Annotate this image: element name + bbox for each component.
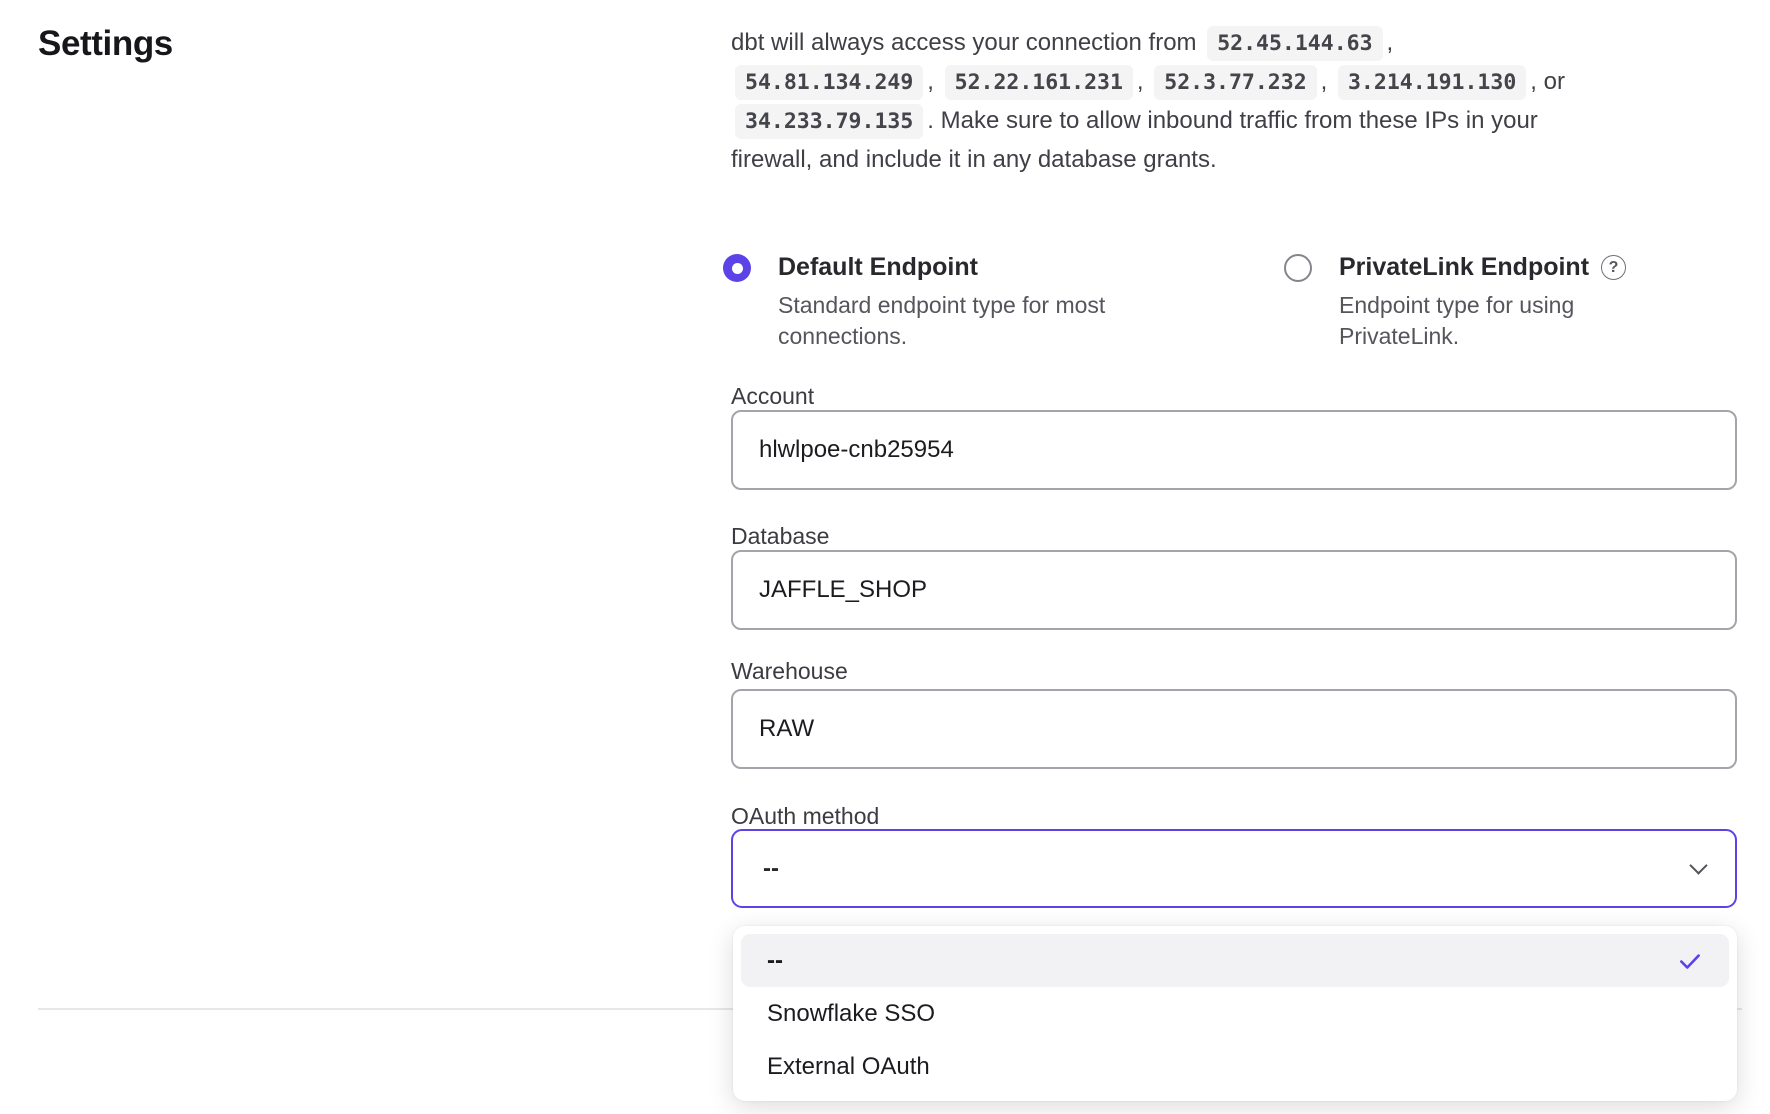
dropdown-option-label: -- [767,947,783,975]
radio-option-label: Default Endpoint [778,252,1130,283]
separator: , or [1530,68,1565,95]
chevron-down-icon [1689,856,1707,874]
account-input[interactable] [731,410,1737,490]
oauth-method-label: OAuth method [731,803,879,830]
radio-option-description: Endpoint type for using PrivateLink. [1339,290,1619,352]
dropdown-option-snowflake-sso[interactable]: Snowflake SSO [741,987,1729,1040]
radio-option-label: PrivateLink Endpoint ? [1339,252,1626,283]
ip-address-chip: 54.81.134.249 [735,65,923,100]
check-icon [1677,948,1703,974]
warehouse-field-label: Warehouse [731,658,848,685]
radio-unselected-icon[interactable] [1284,254,1312,282]
dropdown-option-label: Snowflake SSO [767,1000,935,1028]
database-input[interactable] [731,550,1737,630]
ip-address-chip: 52.22.161.231 [945,65,1133,100]
warehouse-input[interactable] [731,689,1737,769]
dropdown-option-external-oauth[interactable]: External OAuth [741,1040,1729,1093]
radio-option-label-text: Default Endpoint [778,252,978,283]
radio-option-texts: PrivateLink Endpoint ? Endpoint type for… [1339,252,1626,352]
notice-text: . Make sure to allow inbound traffic fro… [927,107,1538,134]
radio-option-default-endpoint[interactable]: Default Endpoint Standard endpoint type … [723,252,1130,352]
oauth-method-select[interactable]: -- [731,829,1737,908]
notice-text: firewall, and include it in any database… [731,146,1217,173]
dropdown-option-label: External OAuth [767,1053,930,1081]
notice-text: dbt will always access your connection f… [731,29,1197,56]
account-field-label: Account [731,383,814,410]
settings-page: { "page": { "title": "Settings" }, "colo… [0,0,1770,1114]
ip-address-chip: 52.3.77.232 [1154,65,1316,100]
ip-address-chip: 52.45.144.63 [1207,26,1382,61]
radio-option-label-text: PrivateLink Endpoint [1339,252,1589,283]
database-field-label: Database [731,523,829,550]
separator: , [927,68,934,95]
radio-selected-icon[interactable] [723,254,751,282]
ip-address-chip: 34.233.79.135 [735,104,923,139]
radio-option-description: Standard endpoint type for most connecti… [778,290,1130,352]
page-title: Settings [38,24,173,64]
oauth-method-selected-value: -- [763,855,779,883]
dropdown-option-none[interactable]: -- [741,934,1729,987]
help-icon[interactable]: ? [1601,255,1626,280]
separator: , [1321,68,1328,95]
oauth-method-dropdown: -- Snowflake SSO External OAuth [733,926,1737,1101]
separator: , [1137,68,1144,95]
separator: , [1387,29,1394,56]
connection-ip-notice: dbt will always access your connection f… [731,24,1745,179]
radio-option-texts: Default Endpoint Standard endpoint type … [778,252,1130,352]
radio-option-privatelink-endpoint[interactable]: PrivateLink Endpoint ? Endpoint type for… [1284,252,1626,352]
ip-address-chip: 3.214.191.130 [1338,65,1526,100]
